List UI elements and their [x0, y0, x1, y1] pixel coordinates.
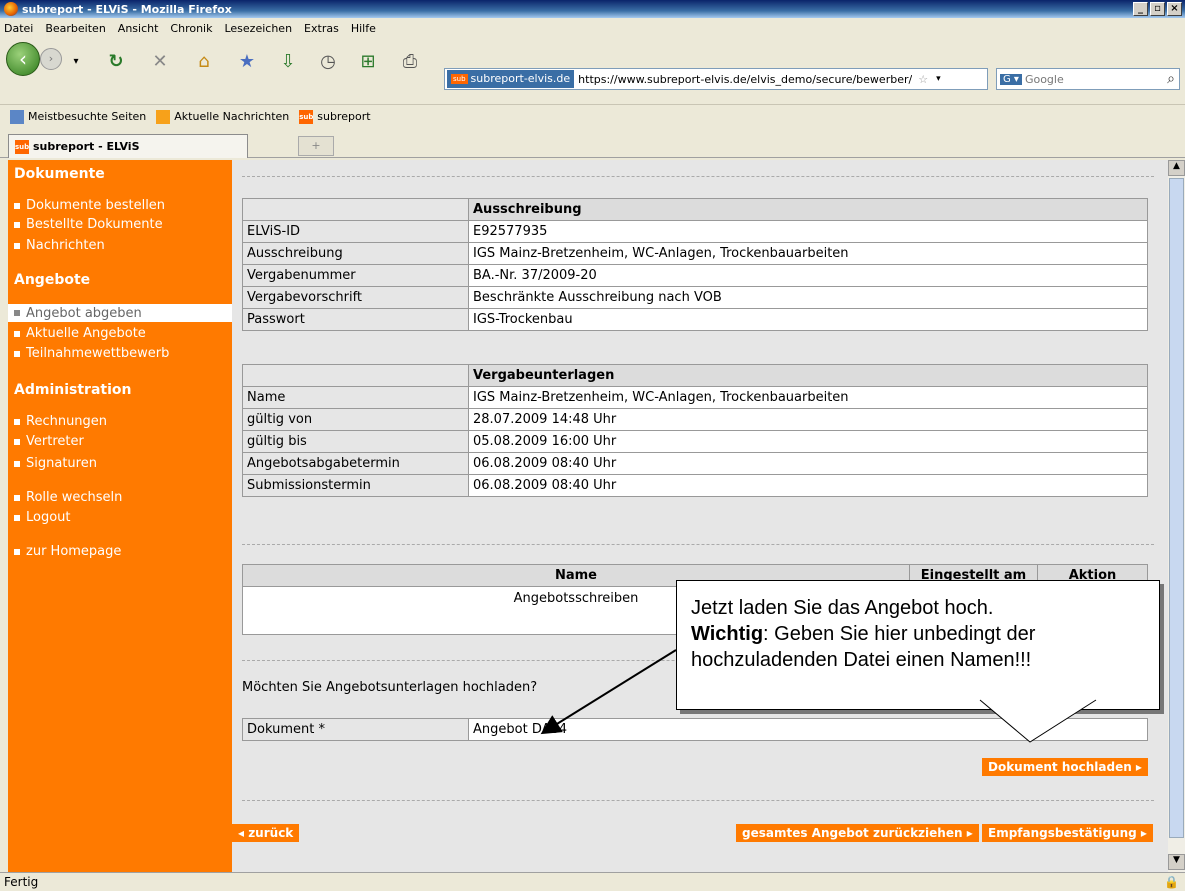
vertical-scrollbar[interactable]: ▲ ▼ [1168, 160, 1185, 872]
sidebar-item-dokumente-bestellen[interactable]: Dokumente bestellen [14, 198, 165, 213]
history-dropdown-icon[interactable]: ▾ [64, 50, 88, 74]
callout-bold: Wichtig [691, 623, 764, 645]
upload-label: Dokument * [242, 718, 469, 741]
sidebar-item-angebot-abgeben[interactable]: Angebot abgeben [8, 304, 232, 322]
document-name-input[interactable]: Angebot DA84 [468, 718, 1148, 741]
address-bar[interactable]: sub subreport-elvis.de https://www.subrep… [444, 68, 988, 90]
document-upload-button[interactable]: Dokument hochladen ▸ [982, 758, 1148, 776]
download-icon[interactable]: ⇩ [276, 50, 300, 74]
search-box[interactable]: G ▾ Google ⌕ [996, 68, 1180, 90]
minimize-button[interactable]: _ [1133, 2, 1148, 16]
stop-icon[interactable]: ✕ [148, 50, 172, 74]
back-button[interactable]: ◂ zurück [232, 824, 300, 842]
forward-icon[interactable]: › [40, 48, 62, 70]
menu-datei[interactable]: Datei [4, 22, 33, 35]
subreport-icon: sub [15, 139, 29, 154]
bookmark-star-icon[interactable]: ★ [235, 50, 259, 74]
subreport-favicon: sub [451, 74, 468, 84]
sidebar-heading-administration: Administration [14, 382, 132, 398]
sidebar-item-rolle-wechseln[interactable]: Rolle wechseln [14, 490, 122, 505]
bookmark-nachrichten[interactable]: Aktuelle Nachrichten [156, 109, 289, 124]
sidebar-heading-angebote: Angebote [14, 272, 91, 288]
new-window-icon[interactable]: ⊞ [356, 50, 380, 74]
sidebar-item-vertreter[interactable]: Vertreter [14, 434, 84, 449]
window-titlebar: subreport - ELViS - Mozilla Firefox _ ▫ … [0, 0, 1185, 18]
new-tab-button[interactable]: + [298, 136, 334, 156]
callout-line3: hochzuladenden Datei einen Namen!!! [691, 649, 1032, 671]
ausschreibung-table: Ausschreibung ELViS-ID E92577935 Ausschre… [242, 198, 1148, 331]
menu-lesezeichen[interactable]: Lesezeichen [224, 22, 292, 35]
tab-bar: sub subreport - ELViS + [0, 130, 1185, 158]
status-bar: Fertig 🔒 [0, 872, 1185, 891]
back-icon[interactable]: ‹ [6, 42, 40, 76]
scroll-thumb[interactable] [1169, 178, 1184, 838]
scroll-down-icon[interactable]: ▼ [1168, 854, 1185, 870]
menu-hilfe[interactable]: Hilfe [351, 22, 376, 35]
scroll-up-icon[interactable]: ▲ [1168, 160, 1185, 176]
clock-icon[interactable]: ◷ [316, 50, 340, 74]
upload-table: Dokument * Angebot DA84 [242, 718, 1148, 741]
vergabeunterlagen-header: Vergabeunterlagen [468, 364, 1148, 387]
menubar: Datei Bearbeiten Ansicht Chronik Lesezei… [0, 18, 1185, 38]
navigation-toolbar: ‹ › ▾ ↻ ✕ ⌂ ★ ⇩ ◷ ⊞ ⎙ sub subreport-elvis… [0, 38, 1185, 102]
sidebar-item-zur-homepage[interactable]: zur Homepage [14, 544, 121, 559]
maximize-button[interactable]: ▫ [1150, 2, 1165, 16]
sidebar-item-aktuelle-angebote[interactable]: Aktuelle Angebote [14, 326, 146, 341]
sidebar-item-logout[interactable]: Logout [14, 510, 71, 525]
star-outline-icon[interactable]: ☆ [918, 73, 928, 86]
site-identity[interactable]: sub subreport-elvis.de [447, 70, 575, 88]
search-icon[interactable]: ⌕ [1167, 71, 1175, 87]
divider [242, 800, 1154, 801]
sidebar-item-rechnungen[interactable]: Rechnungen [14, 414, 107, 429]
status-text: Fertig [4, 875, 39, 889]
tab-subreport[interactable]: sub subreport - ELViS [8, 134, 248, 158]
callout-line2: : Geben Sie hier unbedingt der [763, 623, 1036, 645]
upload-question: Möchten Sie Angebotsunterlagen hochladen… [242, 680, 538, 695]
reload-icon[interactable]: ↻ [104, 50, 128, 74]
sidebar-item-signaturen[interactable]: Signaturen [14, 456, 97, 471]
menu-chronik[interactable]: Chronik [170, 22, 212, 35]
url-text[interactable]: https://www.subreport-elvis.de/elvis_dem… [578, 73, 912, 86]
menu-extras[interactable]: Extras [304, 22, 339, 35]
sidebar-item-teilnahmewettbewerb[interactable]: Teilnahmewettbewerb [14, 346, 169, 361]
bookmark-meistbesucht[interactable]: Meistbesuchte Seiten [10, 109, 146, 124]
sidebar: Dokumente Dokumente bestellen Bestellte … [8, 160, 232, 872]
menu-ansicht[interactable]: Ansicht [118, 22, 159, 35]
print-icon[interactable]: ⎙ [398, 50, 422, 74]
divider [242, 544, 1154, 545]
callout-line1: Jetzt laden Sie das Angebot hoch. [691, 597, 994, 619]
subreport-icon: sub [299, 109, 313, 124]
annotation-callout: Jetzt laden Sie das Angebot hoch. Wichti… [676, 580, 1160, 710]
home-icon[interactable]: ⌂ [192, 50, 216, 74]
divider [242, 176, 1154, 177]
search-placeholder: Google [1024, 72, 1064, 86]
close-button[interactable]: × [1167, 2, 1182, 16]
bookmarks-toolbar: Meistbesuchte Seiten Aktuelle Nachrichte… [0, 104, 1185, 128]
vergabeunterlagen-table: Vergabeunterlagen Name IGS Mainz-Bretzenh… [242, 364, 1148, 497]
firefox-icon [4, 2, 18, 16]
sidebar-item-bestellte-dokumente[interactable]: Bestellte Dokumente [14, 217, 163, 232]
window-title: subreport - ELViS - Mozilla Firefox [22, 2, 232, 16]
google-engine-icon[interactable]: G ▾ [1000, 73, 1022, 85]
folder-icon [10, 109, 24, 124]
withdraw-offer-button[interactable]: gesamtes Angebot zurückziehen ▸ [736, 824, 979, 842]
rss-icon [156, 109, 171, 124]
sidebar-item-nachrichten[interactable]: Nachrichten [14, 238, 105, 253]
page-viewport: Dokumente Dokumente bestellen Bestellte … [8, 160, 1168, 872]
sidebar-heading-dokumente: Dokumente [14, 166, 105, 182]
menu-bearbeiten[interactable]: Bearbeiten [45, 22, 105, 35]
bookmark-subreport[interactable]: sub subreport [299, 109, 371, 124]
lock-icon: 🔒 [1164, 875, 1179, 889]
url-dropdown-icon[interactable]: ▾ [936, 74, 941, 84]
ausschreibung-header: Ausschreibung [468, 198, 1148, 221]
receipt-button[interactable]: Empfangsbestätigung ▸ [982, 824, 1153, 842]
